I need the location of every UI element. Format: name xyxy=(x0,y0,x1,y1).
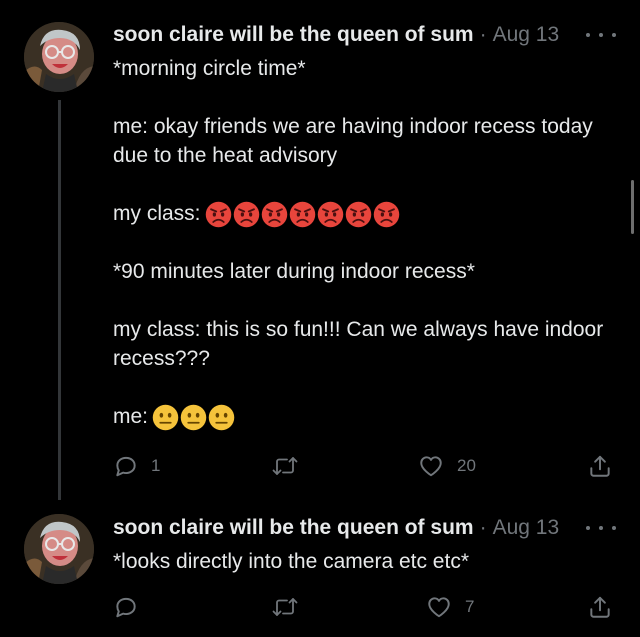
like-button[interactable]: 7 xyxy=(425,591,474,623)
tweet-1[interactable]: soon claire will be the queen of sum · A… xyxy=(0,0,640,500)
pouting-face-icon xyxy=(289,201,315,228)
tweet-date[interactable]: Aug 13 xyxy=(493,516,560,540)
tweet-actions: 7 xyxy=(113,591,623,623)
share-button[interactable] xyxy=(587,591,613,623)
share-icon xyxy=(590,596,610,618)
reply-icon xyxy=(116,456,136,477)
tweet-line-my-class: my class: xyxy=(113,199,623,228)
pouting-face-icon xyxy=(317,201,343,228)
avatar[interactable] xyxy=(24,22,94,92)
heart-icon xyxy=(428,597,450,618)
pouting-face-icon xyxy=(233,201,259,228)
tweet-header: soon claire will be the queen of sum · A… xyxy=(113,515,559,541)
pouting-face-icon xyxy=(373,201,399,228)
more-icon[interactable] xyxy=(586,28,616,42)
pouting-face-icon xyxy=(205,201,231,228)
pouting-face-emoji-row xyxy=(205,201,400,228)
neutral-face-emoji-row xyxy=(152,404,235,431)
reply-count: 1 xyxy=(151,456,161,475)
tweet-text: *looks directly into the camera etc etc* xyxy=(113,547,623,576)
header-separator: · xyxy=(479,23,487,46)
neutral-face-icon xyxy=(208,404,235,431)
tweet-line: *looks directly into the camera etc etc* xyxy=(113,550,469,573)
tweet-2[interactable]: soon claire will be the queen of sum · A… xyxy=(0,500,640,637)
tweet-line: my class: xyxy=(113,202,201,225)
tweet-header: soon claire will be the queen of sum · A… xyxy=(113,22,559,48)
tweet-line-me: me: xyxy=(113,402,623,431)
tweet-line: my class: this is so fun!!! Can we alway… xyxy=(113,318,604,370)
retweet-icon xyxy=(272,457,298,475)
reply-button[interactable] xyxy=(113,591,151,623)
scrollbar[interactable] xyxy=(631,180,634,234)
reply-icon xyxy=(116,597,136,618)
share-button[interactable] xyxy=(587,450,613,482)
heart-icon xyxy=(420,456,442,477)
tweet-line: me: okay friends we are having indoor re… xyxy=(113,115,593,167)
author-name[interactable]: soon claire will be the queen of sum xyxy=(113,516,474,540)
neutral-face-icon xyxy=(152,404,179,431)
like-count: 7 xyxy=(465,597,475,616)
tweet-line: me: xyxy=(113,405,149,428)
more-icon[interactable] xyxy=(586,521,616,535)
retweet-button[interactable] xyxy=(271,450,311,482)
share-icon xyxy=(590,455,610,477)
tweet-line: *morning circle time* xyxy=(113,57,306,80)
tweet-line: *90 minutes later during indoor recess* xyxy=(113,260,475,283)
pouting-face-icon xyxy=(261,201,287,228)
like-count: 20 xyxy=(457,456,476,475)
retweet-button[interactable] xyxy=(271,591,311,623)
header-separator: · xyxy=(479,516,487,539)
retweet-icon xyxy=(272,598,298,616)
avatar[interactable] xyxy=(24,514,94,584)
neutral-face-icon xyxy=(180,404,207,431)
reply-button[interactable]: 1 xyxy=(113,450,160,482)
tweet-actions: 1 20 xyxy=(113,450,623,482)
like-button[interactable]: 20 xyxy=(417,450,476,482)
author-name[interactable]: soon claire will be the queen of sum xyxy=(113,23,474,47)
tweet-date[interactable]: Aug 13 xyxy=(493,23,560,47)
thread-line xyxy=(58,100,61,500)
tweet-text: *morning circle time* me: okay friends w… xyxy=(113,54,623,431)
pouting-face-icon xyxy=(345,201,371,228)
